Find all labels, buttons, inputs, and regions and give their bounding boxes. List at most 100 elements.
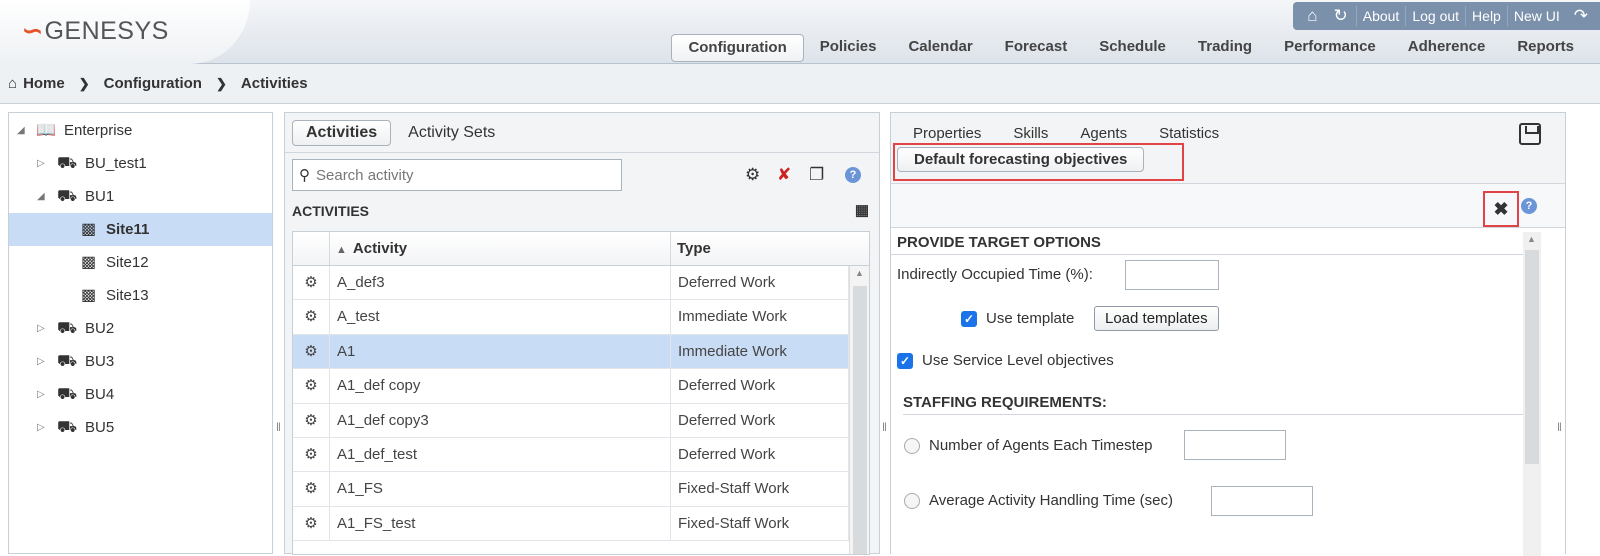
tree-item-bu3[interactable]: ▷ ⛟ BU3 xyxy=(9,345,272,378)
logout-link[interactable]: Log out xyxy=(1405,6,1465,26)
search-input[interactable]: ⚲ Search activity xyxy=(292,159,622,191)
handling-time-label: Average Activity Handling Time (sec) xyxy=(929,492,1173,509)
load-templates-button[interactable]: Load templates xyxy=(1094,306,1219,331)
tab-skills[interactable]: Skills xyxy=(1013,125,1048,142)
tab-activities[interactable]: Activities xyxy=(292,119,392,146)
use-slo-label: Use Service Level objectives xyxy=(922,352,1114,369)
nav-adherence[interactable]: Adherence xyxy=(1392,34,1502,62)
tree-item-bu5[interactable]: ▷ ⛟ BU5 xyxy=(9,411,272,444)
column-resize-handle[interactable] xyxy=(293,232,330,265)
copy-activity-icon[interactable]: ❐ xyxy=(809,165,824,185)
ioc-input[interactable] xyxy=(1125,260,1219,290)
scrollbar-thumb[interactable] xyxy=(853,286,867,554)
table-row[interactable]: ⚙ A1_def copy3 Deferred Work xyxy=(293,403,869,438)
activity-name: A1_FS_test xyxy=(330,506,671,541)
splitter-handle[interactable]: ‖ xyxy=(276,420,281,434)
expand-triangle-icon[interactable]: ▷ xyxy=(37,312,45,345)
new-activity-icon[interactable]: ⚙ xyxy=(745,165,760,185)
nav-schedule[interactable]: Schedule xyxy=(1083,34,1182,62)
activity-gear-icon: ⚙ xyxy=(293,506,330,541)
tree-item-site12[interactable]: ▩ Site12 xyxy=(9,246,272,279)
scrollbar-thumb[interactable] xyxy=(1525,250,1539,464)
genesys-logo[interactable]: ∽GENESYS xyxy=(22,16,169,46)
nav-calendar[interactable]: Calendar xyxy=(892,34,988,62)
activity-type: Deferred Work xyxy=(671,266,849,300)
business-unit-icon: ⛟ xyxy=(57,353,78,370)
activity-gear-icon: ⚙ xyxy=(293,472,330,506)
table-row[interactable]: ⚙ A1_FS Fixed-Staff Work xyxy=(293,472,869,507)
splitter-handle[interactable]: ‖ xyxy=(882,420,887,434)
tree-item-site13[interactable]: ▩ Site13 xyxy=(9,279,272,312)
logout-arrow-icon[interactable]: ↷ xyxy=(1566,6,1596,26)
column-activity[interactable]: ▲ Activity xyxy=(330,232,671,265)
logo-area: ∽GENESYS xyxy=(0,0,250,64)
help-link[interactable]: Help xyxy=(1465,6,1507,26)
table-row[interactable]: ⚙ A1_FS_test Fixed-Staff Work xyxy=(293,506,869,542)
home-icon[interactable]: ⌂ xyxy=(1299,6,1325,26)
breadcrumb-configuration[interactable]: Configuration xyxy=(104,75,202,92)
collapse-triangle-icon[interactable]: ◢ xyxy=(37,180,45,213)
tab-properties[interactable]: Properties xyxy=(913,125,981,142)
table-row[interactable]: ⚙ A_test Immediate Work xyxy=(293,300,869,335)
activity-name: A1_def_test xyxy=(330,437,671,472)
scroll-up-icon[interactable]: ▲ xyxy=(1527,234,1536,244)
expand-triangle-icon[interactable]: ▷ xyxy=(37,411,45,444)
nav-performance[interactable]: Performance xyxy=(1268,34,1392,62)
grid-view-icon[interactable]: ▦ xyxy=(855,199,869,223)
tree-item-bu1[interactable]: ◢ ⛟ BU1 xyxy=(9,180,272,213)
handling-time-input[interactable] xyxy=(1211,486,1313,516)
agents-timestep-radio[interactable] xyxy=(904,438,920,454)
tree-item-site11[interactable]: ▩ Site11 xyxy=(9,213,272,246)
close-icon[interactable]: ✖ xyxy=(1483,191,1519,227)
scroll-up-icon[interactable]: ▲ xyxy=(855,268,864,278)
splitter-handle[interactable]: ‖ xyxy=(1557,420,1562,434)
new-ui-link[interactable]: New UI xyxy=(1506,6,1566,26)
table-scrollbar[interactable]: ▲ xyxy=(849,266,869,554)
table-row[interactable]: ⚙ A1_def copy Deferred Work xyxy=(293,369,869,404)
details-scrollbar[interactable]: ▲ xyxy=(1523,232,1541,556)
breadcrumb-activities: Activities xyxy=(240,75,308,92)
about-link[interactable]: About xyxy=(1355,6,1406,26)
help-icon[interactable]: ? xyxy=(1521,198,1537,214)
expand-triangle-icon[interactable]: ▷ xyxy=(37,378,45,411)
tree-item-bu4[interactable]: ▷ ⛟ BU4 xyxy=(9,378,272,411)
tree-item-label: BU5 xyxy=(85,419,115,436)
agents-timestep-input[interactable] xyxy=(1184,430,1286,460)
activity-type: Deferred Work xyxy=(671,369,849,403)
collapse-triangle-icon[interactable]: ◢ xyxy=(17,114,25,147)
business-unit-icon: ⛟ xyxy=(57,419,78,436)
nav-trading[interactable]: Trading xyxy=(1182,34,1268,62)
nav-reports[interactable]: Reports xyxy=(1501,34,1590,62)
tree-item-bu2[interactable]: ▷ ⛟ BU2 xyxy=(9,312,272,345)
section-staffing-requirements: STAFFING REQUIREMENTS: xyxy=(903,394,1107,411)
handling-time-radio[interactable] xyxy=(904,493,920,509)
table-row[interactable]: ⚙ A1 Immediate Work xyxy=(293,334,869,370)
home-icon: ⌂ xyxy=(8,75,18,92)
save-icon[interactable] xyxy=(1519,123,1541,145)
tree-item-enterprise[interactable]: ◢ 📖 Enterprise xyxy=(9,114,272,147)
site-icon: ▩ xyxy=(81,221,97,238)
tab-agents[interactable]: Agents xyxy=(1080,125,1127,142)
table-row[interactable]: ⚙ A_def3 Deferred Work xyxy=(293,266,869,301)
activity-name: A1_def copy3 xyxy=(330,403,671,437)
nav-policies[interactable]: Policies xyxy=(804,34,893,62)
nav-forecast[interactable]: Forecast xyxy=(989,34,1084,62)
tab-statistics[interactable]: Statistics xyxy=(1159,125,1219,142)
use-slo-checkbox[interactable]: ✓ xyxy=(897,353,913,369)
use-template-checkbox[interactable]: ✓ xyxy=(961,311,977,327)
help-icon[interactable]: ? xyxy=(845,167,861,183)
activity-name: A1 xyxy=(330,334,671,369)
activity-gear-icon: ⚙ xyxy=(293,334,330,369)
nav-configuration[interactable]: Configuration xyxy=(671,34,804,62)
highlight-box xyxy=(893,143,1184,181)
delete-activity-icon[interactable]: ✘ xyxy=(777,165,791,185)
expand-triangle-icon[interactable]: ▷ xyxy=(37,345,45,378)
table-row[interactable]: ⚙ A1_def_test Deferred Work xyxy=(293,437,869,473)
tree-item-bu-test1[interactable]: ▷ ⛟ BU_test1 xyxy=(9,147,272,180)
activity-type: Fixed-Staff Work xyxy=(671,506,849,541)
breadcrumb-home[interactable]: Home xyxy=(23,75,65,92)
refresh-icon[interactable]: ↻ xyxy=(1325,6,1355,26)
expand-triangle-icon[interactable]: ▷ xyxy=(37,147,45,180)
tab-activity-sets[interactable]: Activity Sets xyxy=(395,121,508,145)
column-type[interactable]: Type xyxy=(671,232,849,265)
